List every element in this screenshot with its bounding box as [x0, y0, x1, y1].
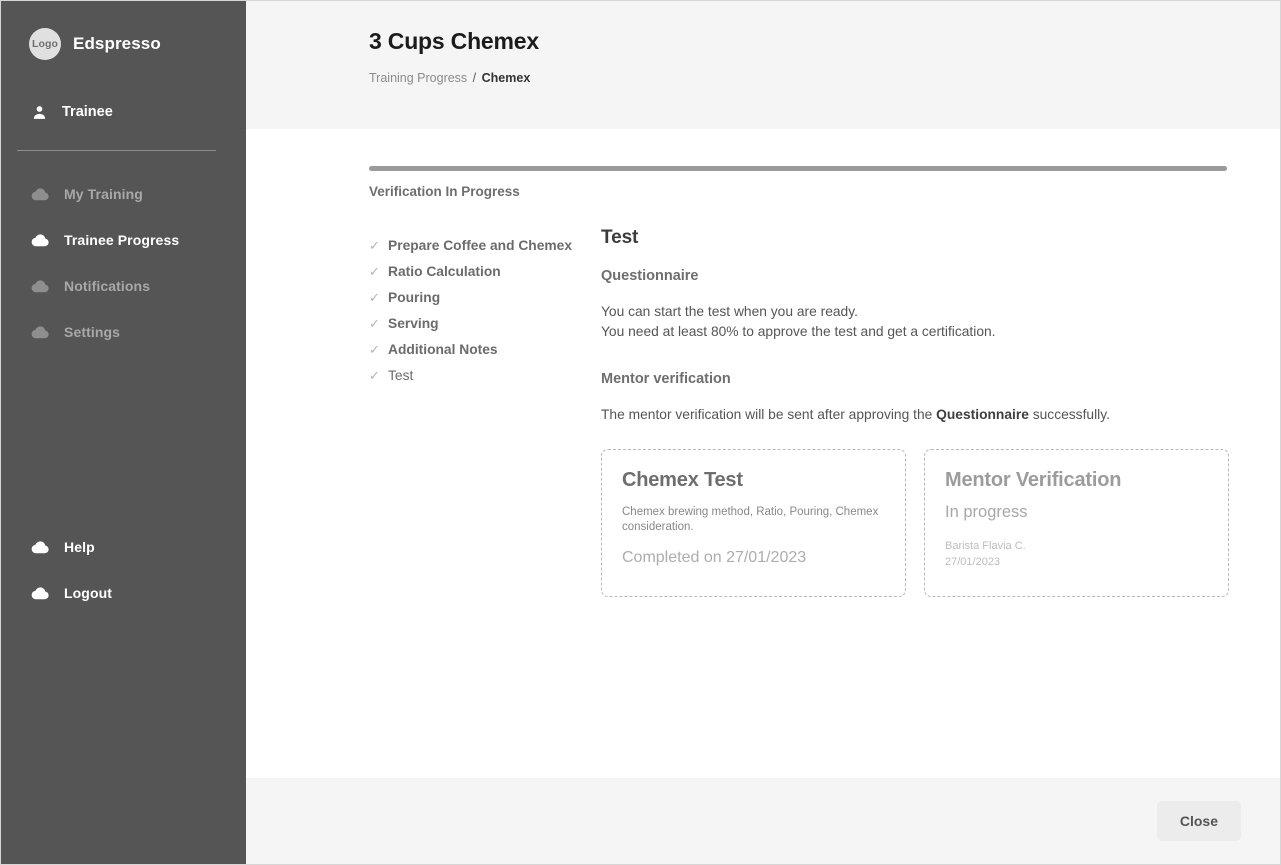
cloud-icon: [31, 233, 50, 247]
step-checklist: ✓ Prepare Coffee and Chemex ✓ Ratio Calc…: [369, 227, 601, 597]
sidebar: Logo Edspresso Trainee My Training Train…: [1, 1, 246, 864]
sidebar-nav-bottom: Help Logout: [1, 524, 246, 616]
sidebar-user-row[interactable]: Trainee: [1, 92, 246, 132]
progress-bar: [369, 166, 1227, 171]
checklist-item-pouring[interactable]: ✓ Pouring: [369, 284, 601, 310]
card-status: In progress: [945, 503, 1028, 521]
page-footer: Close: [246, 778, 1280, 864]
cloud-icon: [31, 325, 50, 339]
sidebar-item-label: Notifications: [64, 278, 151, 294]
cloud-icon: [31, 586, 50, 600]
brand-logo-icon: Logo: [29, 28, 61, 60]
sidebar-item-trainee-progress[interactable]: Trainee Progress: [1, 217, 246, 263]
mentor-text-emphasis: Questionnaire: [936, 407, 1029, 422]
sidebar-divider: [17, 150, 216, 151]
checklist-item-prepare-coffee-and-chemex[interactable]: ✓ Prepare Coffee and Chemex: [369, 232, 601, 258]
checklist-item-label: Serving: [388, 315, 439, 331]
cloud-icon: [31, 279, 50, 293]
sidebar-item-settings[interactable]: Settings: [1, 309, 246, 355]
check-icon: ✓: [369, 263, 380, 279]
check-icon: ✓: [369, 341, 380, 357]
checklist-item-label: Test: [388, 367, 414, 383]
card-meta-date: 27/01/2023: [945, 556, 1001, 568]
check-icon: ✓: [369, 289, 380, 305]
breadcrumb-parent[interactable]: Training Progress: [369, 71, 467, 85]
check-icon: ✓: [369, 367, 380, 383]
questionnaire-line-2: You need at least 80% to approve the tes…: [601, 324, 996, 339]
mentor-text-after: successfully.: [1028, 407, 1110, 422]
body-columns: ✓ Prepare Coffee and Chemex ✓ Ratio Calc…: [369, 227, 1229, 597]
sidebar-item-label: My Training: [64, 186, 143, 202]
mentor-verification-heading: Mentor verification: [601, 371, 731, 387]
sidebar-item-label: Trainee Progress: [64, 232, 180, 248]
progress-status-label: Verification In Progress: [369, 184, 520, 199]
questionnaire-description: You can start the test when you are read…: [601, 302, 1225, 342]
cloud-icon: [31, 540, 50, 554]
check-icon: ✓: [369, 237, 380, 253]
card-description: Chemex brewing method, Ratio, Pouring, C…: [622, 506, 879, 533]
card-title: Chemex Test: [622, 469, 743, 491]
questionnaire-line-1: You can start the test when you are read…: [601, 304, 858, 319]
sidebar-nav: My Training Trainee Progress Notificatio…: [1, 171, 246, 355]
breadcrumb: Training Progress / Chemex: [369, 71, 1280, 85]
page-header: 3 Cups Chemex Training Progress / Chemex: [246, 1, 1280, 129]
checklist-item-label: Pouring: [388, 289, 441, 305]
check-icon: ✓: [369, 315, 380, 331]
card-meta: Barista Flavia C. 27/01/2023: [945, 538, 1208, 570]
checklist-item-label: Additional Notes: [388, 341, 498, 357]
checklist-item-label: Prepare Coffee and Chemex: [388, 237, 573, 253]
content-area: Verification In Progress ✓ Prepare Coffe…: [246, 129, 1280, 778]
checklist-item-ratio-calculation[interactable]: ✓ Ratio Calculation: [369, 258, 601, 284]
card-status: Completed on 27/01/2023: [622, 549, 807, 566]
sidebar-user-label: Trainee: [62, 104, 113, 120]
brand-name: Edspresso: [73, 34, 161, 53]
cloud-icon: [31, 187, 50, 201]
card-meta-name: Barista Flavia C.: [945, 540, 1026, 552]
app-window: Logo Edspresso Trainee My Training Train…: [0, 0, 1281, 865]
sidebar-item-label: Help: [64, 539, 95, 555]
main-area: 3 Cups Chemex Training Progress / Chemex…: [246, 1, 1280, 864]
card-title: Mentor Verification: [945, 469, 1122, 491]
sidebar-item-notifications[interactable]: Notifications: [1, 263, 246, 309]
mentor-verification-description: The mentor verification will be sent aft…: [601, 405, 1225, 425]
breadcrumb-current: Chemex: [481, 71, 531, 85]
checklist-item-additional-notes[interactable]: ✓ Additional Notes: [369, 336, 601, 362]
card-chemex-test[interactable]: Chemex Test Chemex brewing method, Ratio…: [601, 449, 906, 597]
detail-title: Test: [601, 227, 639, 248]
checklist-item-serving[interactable]: ✓ Serving: [369, 310, 601, 336]
sidebar-item-help[interactable]: Help: [1, 524, 246, 570]
sidebar-item-my-training[interactable]: My Training: [1, 171, 246, 217]
card-mentor-verification[interactable]: Mentor Verification In progress Barista …: [924, 449, 1229, 597]
sidebar-item-logout[interactable]: Logout: [1, 570, 246, 616]
brand[interactable]: Logo Edspresso: [1, 23, 246, 65]
mentor-text-before: The mentor verification will be sent aft…: [601, 407, 937, 422]
page-title: 3 Cups Chemex: [369, 28, 539, 54]
checklist-item-test[interactable]: ✓ Test: [369, 362, 601, 388]
detail-panel: Test Questionnaire You can start the tes…: [601, 227, 1229, 597]
sidebar-item-label: Logout: [64, 585, 113, 601]
card-list: Chemex Test Chemex brewing method, Ratio…: [601, 449, 1229, 597]
breadcrumb-separator: /: [472, 71, 477, 85]
close-button[interactable]: Close: [1156, 801, 1241, 841]
checklist-item-label: Ratio Calculation: [388, 263, 501, 279]
progress-bar-fill: [369, 166, 1227, 171]
questionnaire-heading: Questionnaire: [601, 268, 699, 284]
person-icon: [31, 104, 48, 121]
sidebar-item-label: Settings: [64, 324, 121, 340]
